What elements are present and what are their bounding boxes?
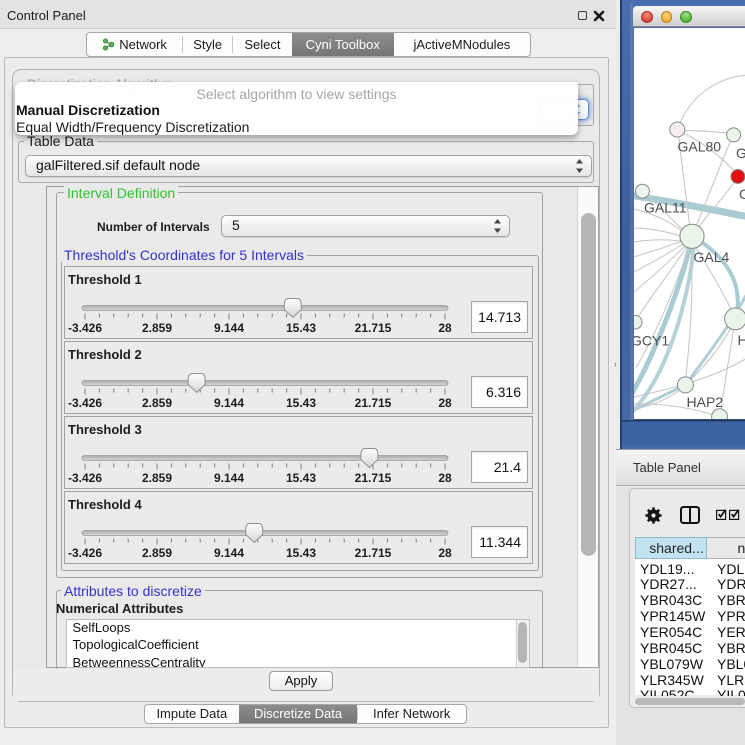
svg-text:GAL11: GAL11 [644,200,687,216]
svg-text:GAL80: GAL80 [677,139,721,155]
svg-text:GA: GA [736,145,745,161]
svg-text:GCY1: GCY1 [634,333,669,349]
svg-text:HAP2: HAP2 [686,394,723,410]
svg-text:C: C [739,186,745,202]
svg-text:GAL4: GAL4 [693,249,729,265]
svg-text:H: H [737,332,745,348]
